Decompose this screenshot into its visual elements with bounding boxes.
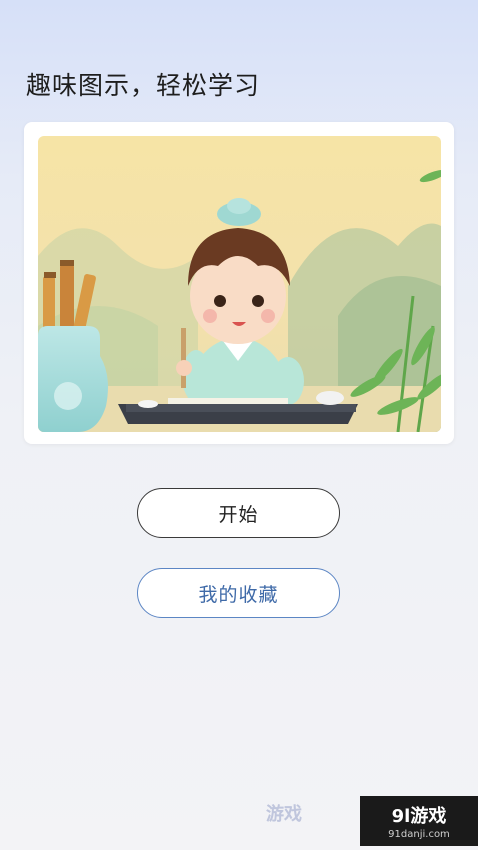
illustration-card [24,122,454,444]
watermark-url: 91danji.com [388,829,450,840]
watermark-left: 游戏 [266,804,302,825]
start-button[interactable]: 开始 [137,488,340,538]
my-favorites-button[interactable]: 我的收藏 [137,568,340,618]
calligraphy-boy-illustration [38,136,441,432]
page-title: 趣味图示，轻松学习 [26,71,261,100]
site-watermark: 9l游戏 91danji.com [360,796,478,846]
watermark-brand: 9l游戏 [391,806,447,827]
